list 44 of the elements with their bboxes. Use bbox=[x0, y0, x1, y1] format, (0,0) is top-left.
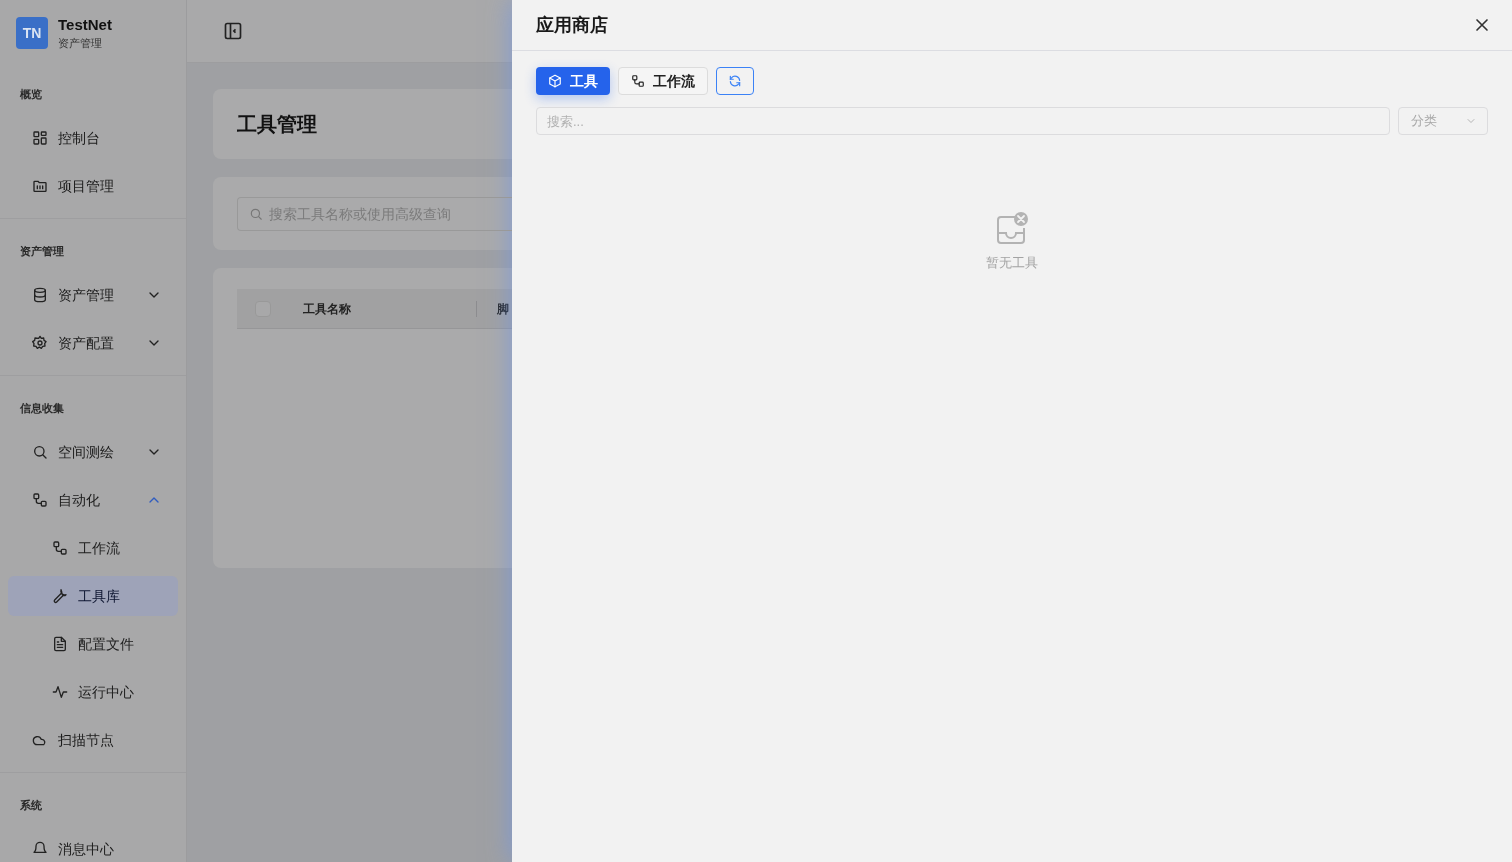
cube-icon bbox=[548, 74, 562, 88]
activity-icon bbox=[52, 684, 68, 700]
column-header: 脚 bbox=[497, 300, 509, 317]
sidebar-toggle-button[interactable] bbox=[223, 21, 243, 41]
sidebar-item[interactable]: 项目管理 bbox=[8, 166, 178, 206]
sidebar-item[interactable]: 空间测绘 bbox=[8, 432, 178, 472]
sidebar-item[interactable]: 工作流 bbox=[8, 528, 178, 568]
refresh-button[interactable] bbox=[716, 67, 754, 95]
sidebar-item[interactable]: 扫描节点 bbox=[8, 720, 178, 760]
database-icon bbox=[32, 287, 48, 303]
grid-icon bbox=[32, 130, 48, 146]
empty-message: 暂无工具 bbox=[986, 254, 1038, 272]
empty-inbox-icon bbox=[994, 211, 1030, 247]
brand-logo: TN bbox=[16, 17, 48, 49]
page-title: 工具管理 bbox=[237, 112, 317, 137]
sidebar-item[interactable]: 工具库 bbox=[8, 576, 178, 616]
search-icon bbox=[32, 444, 48, 460]
column-header: 工具名称 bbox=[303, 300, 351, 317]
document-icon bbox=[52, 636, 68, 652]
settings-icon bbox=[32, 335, 48, 351]
sidebar-item[interactable]: 资产配置 bbox=[8, 323, 178, 363]
sidebar-item[interactable]: 消息中心 bbox=[8, 829, 178, 862]
workflow-icon bbox=[52, 540, 68, 556]
sidebar-item[interactable]: 自动化 bbox=[8, 480, 178, 520]
tab[interactable]: 工作流 bbox=[618, 67, 708, 95]
wrench-icon bbox=[52, 588, 68, 604]
folder-icon bbox=[32, 178, 48, 194]
workflow-icon bbox=[631, 74, 645, 88]
workflow-icon bbox=[32, 492, 48, 508]
section-title: 资产管理 bbox=[19, 244, 65, 259]
sidebar-item[interactable]: 资产管理 bbox=[8, 275, 178, 315]
section-title: 信息收集 bbox=[19, 401, 65, 416]
tab[interactable]: 工具 bbox=[536, 67, 610, 95]
refresh-icon bbox=[728, 74, 742, 88]
section-title: 系统 bbox=[19, 798, 43, 813]
sidebar-item[interactable]: 运行中心 bbox=[8, 672, 178, 712]
search-icon bbox=[249, 206, 263, 221]
section-title: 概览 bbox=[19, 87, 43, 102]
drawer-title: 应用商店 bbox=[536, 14, 608, 37]
sidebar-panel-icon bbox=[223, 21, 243, 41]
sidebar-item[interactable]: 配置文件 bbox=[8, 624, 178, 664]
brand-subtitle: 资产管理 bbox=[58, 36, 103, 51]
sidebar-item[interactable]: 控制台 bbox=[8, 118, 178, 158]
brand-name: TestNet bbox=[58, 15, 112, 35]
